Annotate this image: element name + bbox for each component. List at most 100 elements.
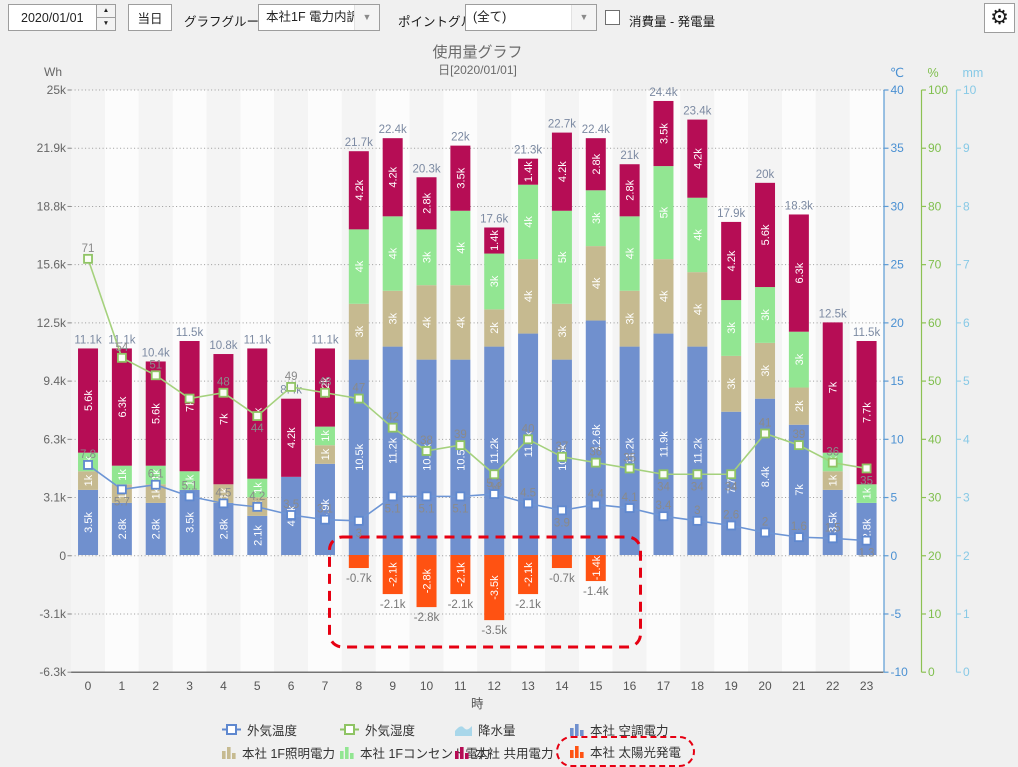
svg-text:6.3k: 6.3k [117,396,129,417]
svg-text:35: 35 [623,452,636,464]
svg-text:3: 3 [356,528,362,540]
svg-text:20.3k: 20.3k [412,163,440,175]
svg-text:5k: 5k [557,251,569,263]
svg-text:3.5k: 3.5k [83,512,95,533]
svg-text:3k: 3k [557,325,569,337]
svg-text:10: 10 [963,83,977,97]
svg-text:mm: mm [963,66,984,80]
svg-text:3k: 3k [422,251,434,263]
svg-text:2.8k: 2.8k [422,192,434,213]
legend-label-outdoor-humidity: 外気湿度 [365,720,415,739]
outdoor-temp-marker [423,492,431,500]
svg-text:-2.1k: -2.1k [448,599,474,611]
svg-text:-1.4k: -1.4k [591,555,603,580]
svg-text:40: 40 [928,432,942,446]
outdoor-humidity-icon [340,724,359,735]
legend-item-rainfall[interactable]: 降水量 [455,720,516,739]
svg-text:4k: 4k [658,290,670,302]
svg-text:-1.4k: -1.4k [583,586,609,598]
rainfall-icon [455,724,472,736]
svg-text:6.3k: 6.3k [43,432,67,446]
svg-text:3: 3 [963,491,970,505]
svg-text:6: 6 [963,316,970,330]
outdoor-humidity-marker [389,424,397,432]
svg-text:2.8k: 2.8k [218,518,230,539]
legend-item-hq-solar-generation[interactable]: 本社 太陽光発電 [556,736,695,767]
svg-text:20k: 20k [756,169,775,181]
svg-text:23.4k: 23.4k [683,106,711,118]
svg-text:4.2: 4.2 [249,491,265,503]
svg-text:35: 35 [860,475,873,487]
legend-item-hq-common-power[interactable]: 本社 共用電力 [455,743,553,762]
bar-segment-hq-solar-generation [552,555,572,568]
svg-text:3k: 3k [591,212,603,224]
outdoor-temp-marker [84,461,92,469]
svg-text:10: 10 [928,607,942,621]
svg-text:22k: 22k [451,132,470,144]
outdoor-temp-marker [490,490,498,498]
svg-text:6.1: 6.1 [148,469,164,481]
svg-text:11.2k: 11.2k [489,437,501,464]
svg-text:15: 15 [589,679,603,693]
svg-text:4k: 4k [422,316,434,328]
svg-text:17: 17 [657,679,671,693]
svg-text:5: 5 [254,679,261,693]
svg-text:3k: 3k [489,275,501,287]
svg-text:2k: 2k [794,400,806,412]
svg-text:12.5k: 12.5k [37,316,67,330]
legend-item-outdoor-temp[interactable]: 外気温度 [222,720,297,739]
svg-text:34: 34 [725,481,738,493]
legend-item-hq-1f-lighting-power[interactable]: 本社 1F照明電力 [222,743,335,762]
svg-text:-0.7k: -0.7k [346,573,372,585]
svg-text:10.8k: 10.8k [209,340,237,352]
svg-text:3k: 3k [354,325,366,337]
svg-text:4.5: 4.5 [520,487,536,499]
outdoor-humidity-marker [253,412,261,420]
svg-text:-10: -10 [891,665,909,679]
outdoor-temp-marker [219,499,227,507]
svg-text:90: 90 [928,141,942,155]
svg-text:1.5: 1.5 [825,522,841,534]
svg-text:6.3k: 6.3k [794,262,806,283]
svg-text:3: 3 [186,679,193,693]
outdoor-temp-marker [863,537,871,545]
svg-text:3k: 3k [794,353,806,365]
svg-text:-3.5k: -3.5k [489,575,501,600]
outdoor-temp-marker [761,528,769,536]
svg-text:70: 70 [928,258,942,272]
svg-text:-2.8k: -2.8k [422,568,434,593]
svg-text:12: 12 [488,679,502,693]
outdoor-humidity-marker [118,354,126,362]
svg-text:-3.5k: -3.5k [481,625,507,637]
svg-text:3.5k: 3.5k [185,512,197,533]
usage-chart: 3.5k1k1k5.6k11.1k2.8k1k1k6.3k11.1k2.8k1k… [0,0,1018,764]
svg-text:4.2k: 4.2k [354,179,366,200]
svg-text:38: 38 [420,435,433,447]
svg-text:42: 42 [386,412,399,424]
svg-text:4k: 4k [455,316,467,328]
svg-text:9: 9 [389,679,396,693]
outdoor-temp-marker [456,492,464,500]
svg-text:4k: 4k [692,303,704,315]
outdoor-temp-marker [524,499,532,507]
outdoor-temp-marker [558,506,566,514]
svg-text:5.1: 5.1 [182,480,198,492]
legend-item-outdoor-humidity[interactable]: 外気湿度 [340,720,415,739]
svg-text:2.8k: 2.8k [151,518,163,539]
outdoor-temp-marker [389,492,397,500]
svg-text:-2.1k: -2.1k [515,599,541,611]
svg-text:48: 48 [319,377,332,389]
svg-text:11.1k: 11.1k [74,334,102,346]
svg-text:4.1: 4.1 [622,492,638,504]
svg-text:1.4k: 1.4k [489,230,501,251]
svg-text:2k: 2k [489,322,501,334]
svg-text:4.2k: 4.2k [286,427,298,448]
hq-1f-outlet-power-icon [340,746,354,759]
svg-text:34: 34 [657,481,670,493]
svg-text:4: 4 [963,432,970,446]
svg-text:22.4k: 22.4k [582,124,610,136]
svg-text:1: 1 [119,679,126,693]
svg-text:13: 13 [521,679,535,693]
legend-label-hq-1f-lighting-power: 本社 1F照明電力 [242,743,335,762]
svg-text:0: 0 [85,679,92,693]
